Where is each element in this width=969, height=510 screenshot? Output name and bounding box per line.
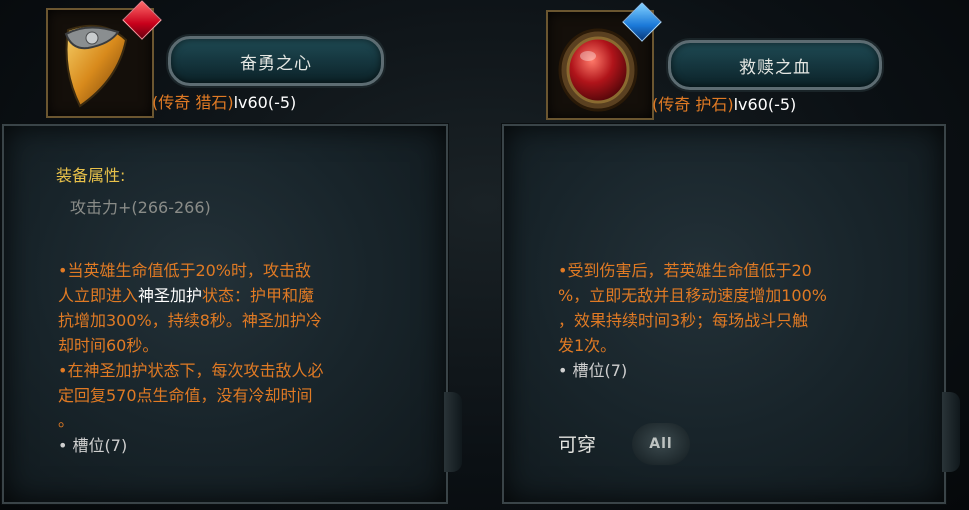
item-name-plate: 奋勇之心 [168, 36, 384, 86]
item-name: 奋勇之心 [240, 53, 312, 74]
item-effect-description: •受到伤害后，若英雄生命值低于20 %，立即无敌并且移动速度增加100% ，效果… [558, 258, 898, 383]
desc-line: ，效果持续时间3秒；每场战斗只触 [558, 311, 809, 330]
wearable-label: 可穿 [558, 434, 597, 456]
hero-class-all-badge[interactable]: All [632, 423, 690, 465]
attributes-heading: 装备属性: [56, 166, 126, 185]
desc-line: •受到伤害后，若英雄生命值低于20 [558, 261, 812, 280]
desc-line: •在神圣加护状态下，每次攻击敌人必 [58, 361, 324, 380]
item-name: 救赎之血 [739, 57, 811, 78]
slot-info: • 槽位(7) [58, 436, 128, 455]
attribute-attack: 攻击力+(266-266) [70, 195, 211, 220]
desc-line: 却时间60秒。 [58, 336, 159, 355]
desc-line: %，立即无敌并且移动速度增加100% [558, 286, 827, 305]
desc-line: 。 [58, 411, 75, 430]
attribute-value: +(266-266) [118, 198, 211, 217]
desc-line: 抗增加300%，持续8秒。神圣加护冷 [58, 311, 322, 330]
desc-line: 人立即进入神圣加护状态：护甲和魔 [58, 286, 315, 305]
item-level: lv60(-5) [733, 95, 797, 114]
desc-line: 定回复570点生命值，没有冷却时间 [58, 386, 313, 405]
item-effect-description: •当英雄生命值低于20%时，攻击敌 人立即进入神圣加护状态：护甲和魔 抗增加30… [58, 258, 388, 458]
item-type-line: (传奇 护石)lv60(-5) [652, 91, 796, 115]
item-tooltip-right: 救赎之血 (传奇 护石)lv60(-5) •受到伤害后，若英雄生命值低于20 %… [500, 0, 969, 510]
item-icon-frame[interactable] [546, 2, 662, 120]
item-icon-frame[interactable] [46, 0, 162, 118]
item-type-line: (传奇 猎石)lv60(-5) [152, 89, 296, 113]
attribute-label: 攻击力 [70, 198, 119, 217]
desc-line: •当英雄生命值低于20%时，攻击敌 [58, 261, 312, 280]
slot-info: • 槽位(7) [558, 361, 628, 380]
item-level: lv60(-5) [233, 93, 297, 112]
item-rarity: (传奇 护石) [652, 95, 734, 114]
desc-line: 发1次。 [558, 336, 617, 355]
item-tooltip-left: 奋勇之心 (传奇 猎石)lv60(-5) 装备属性: 攻击力+(266-266)… [0, 0, 484, 510]
item-name-plate: 救赎之血 [668, 40, 882, 90]
status-keyword: 神圣加护 [138, 286, 203, 305]
item-rarity: (传奇 猎石) [152, 93, 234, 112]
